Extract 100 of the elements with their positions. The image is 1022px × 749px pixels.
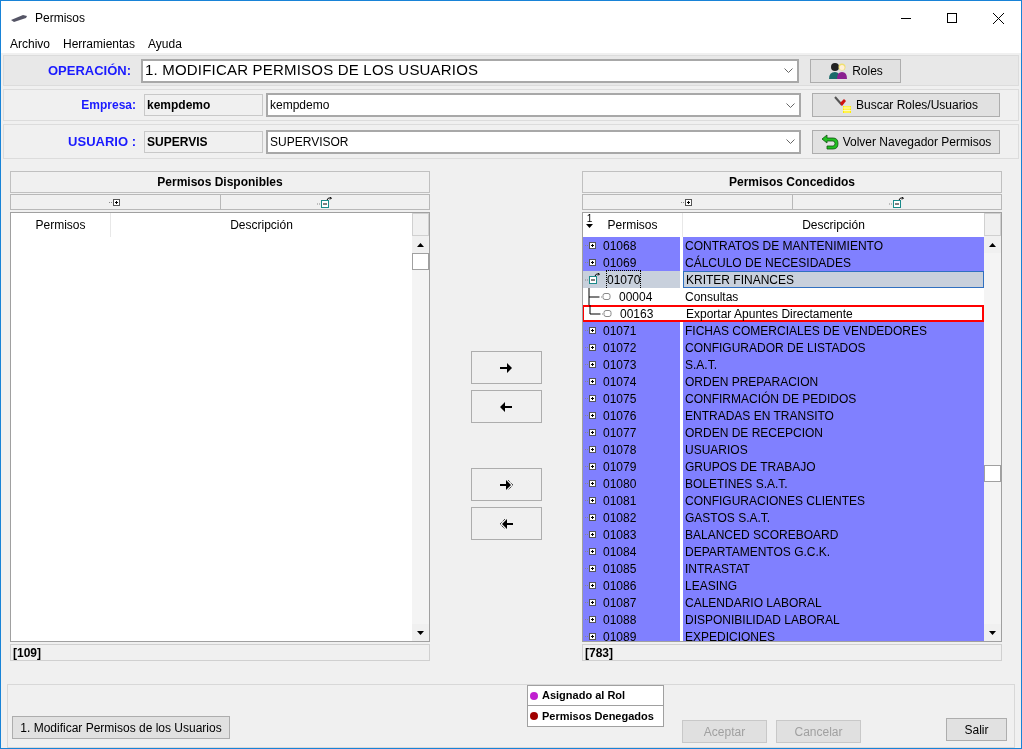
column-header[interactable]: Permisos	[11, 213, 111, 237]
scroll-thumb[interactable]	[412, 253, 429, 270]
table-cell[interactable]: 01084	[583, 543, 680, 560]
table-cell[interactable]: 01077	[583, 424, 680, 441]
expand-icon	[585, 428, 597, 437]
dropdown-field[interactable]: SUPERVISOR	[266, 129, 801, 154]
move-all-left-button[interactable]	[470, 507, 542, 540]
table-cell[interactable]: ORDEN DE RECEPCION	[683, 424, 984, 441]
expand-icon	[585, 241, 597, 250]
legend-label: Permisos Denegados	[542, 708, 654, 724]
move-all-right-button[interactable]	[470, 468, 542, 501]
table-cell[interactable]: 01068	[583, 237, 680, 254]
table-cell[interactable]: CONTRATOS DE MANTENIMIENTO	[683, 237, 984, 254]
permission-code: 01085	[603, 560, 637, 578]
move-left-button[interactable]	[470, 390, 542, 423]
expand-all-button[interactable]	[582, 194, 793, 210]
table-cell[interactable]: 01082	[583, 509, 680, 526]
table-cell[interactable]: 01073	[583, 356, 680, 373]
panel-title: Permisos Disponibles	[10, 171, 430, 193]
roles-button[interactable]: Roles	[810, 58, 901, 83]
permission-code: 01068	[603, 237, 637, 255]
expand-icon	[585, 411, 597, 420]
table-cell[interactable]: 01088	[583, 611, 680, 628]
scrollbar[interactable]	[412, 213, 429, 641]
table-cell[interactable]: LEASING	[683, 577, 984, 594]
exit-button[interactable]: Salir	[946, 718, 1007, 742]
column-header[interactable]: Descripción	[683, 213, 984, 237]
table-cell[interactable]: 01075	[583, 390, 680, 407]
permission-code: 01086	[603, 577, 637, 595]
table-cell[interactable]: INTRASTAT	[683, 560, 984, 577]
permission-code: 01077	[603, 424, 637, 442]
expand-all-button[interactable]	[10, 194, 221, 210]
scrollbar[interactable]	[984, 213, 1001, 641]
field-label: USUARIO :	[67, 132, 136, 151]
header-corner	[984, 213, 1001, 236]
collapse-icon	[585, 273, 601, 284]
table-cell[interactable]: 01072	[583, 339, 680, 356]
table-cell[interactable]: BOLETINES S.A.T.	[683, 475, 984, 492]
menu-item[interactable]: Ayuda	[148, 35, 182, 53]
table-cell[interactable]: 01069	[583, 254, 680, 271]
table-cell[interactable]: 01076	[583, 407, 680, 424]
dropdown-field[interactable]: kempdemo	[266, 93, 801, 117]
table-cell[interactable]: 01085	[583, 560, 680, 577]
menu-item[interactable]: Archivo	[10, 35, 50, 53]
search-button[interactable]: Buscar Roles/Usuarios	[812, 93, 1000, 117]
triangle-down-icon	[417, 630, 424, 635]
table-cell[interactable]: CONFIRMACIÓN DE PEDIDOS	[683, 390, 984, 407]
collapse-all-button[interactable]	[792, 194, 1002, 210]
back-button[interactable]: Volver Navegador Permisos	[812, 129, 1000, 154]
permission-code: 01072	[603, 339, 637, 357]
permission-code: 01073	[603, 356, 637, 374]
table-cell[interactable]: FICHAS COMERCIALES DE VENDEDORES	[683, 322, 984, 339]
expand-icon	[585, 445, 597, 454]
scroll-thumb[interactable]	[984, 465, 1001, 482]
table-cell[interactable]: CALENDARIO LABORAL	[683, 594, 984, 611]
table-cell[interactable]: 01089	[583, 628, 680, 641]
table-cell[interactable]: 01083	[583, 526, 680, 543]
table-cell[interactable]: ORDEN PREPARACION	[683, 373, 984, 390]
table-cell[interactable]: GRUPOS DE TRABAJO	[683, 458, 984, 475]
table-cell[interactable]: BALANCED SCOREBOARD	[683, 526, 984, 543]
triangle-down-icon	[989, 630, 996, 635]
expand-icon	[585, 479, 597, 488]
table-cell[interactable]: DISPONIBILIDAD LABORAL	[683, 611, 984, 628]
triangle-up-icon	[989, 242, 996, 247]
table-cell[interactable]: 01081	[583, 492, 680, 509]
sort-down-icon	[586, 224, 593, 228]
table-cell[interactable]: 01074	[583, 373, 680, 390]
collapse-all-button[interactable]	[220, 194, 430, 210]
people-icon	[828, 61, 849, 80]
menu-item[interactable]: Herramientas	[63, 35, 136, 53]
table-cell[interactable]: CONFIGURACIONES CLIENTES	[683, 492, 984, 509]
table-cell[interactable]: 01078	[583, 441, 680, 458]
table-cell[interactable]: 01086	[583, 577, 680, 594]
table-cell[interactable]: 01071	[583, 322, 680, 339]
column-header[interactable]: Descripción	[111, 213, 412, 237]
expand-icon	[585, 258, 597, 267]
table-cell[interactable]: DEPARTAMENTOS G.C.K.	[683, 543, 984, 560]
table-cell[interactable]: CÁLCULO DE NECESIDADES	[683, 254, 984, 271]
table-cell[interactable]: KRITER FINANCES	[683, 271, 984, 288]
table-cell[interactable]: S.A.T.	[683, 356, 984, 373]
table-cell[interactable]: ENTRADAS EN TRANSITO	[683, 407, 984, 424]
close-icon	[992, 12, 1004, 24]
table-cell[interactable]: 01087	[583, 594, 680, 611]
expand-icon	[585, 564, 597, 573]
table-cell[interactable]: 01070	[583, 271, 680, 288]
table-cell[interactable]: 01079	[583, 458, 680, 475]
move-right-button[interactable]	[470, 351, 542, 384]
dropdown-field[interactable]: 1. MODIFICAR PERMISOS DE LOS USUARIOS	[141, 58, 799, 83]
table-cell[interactable]: USUARIOS	[683, 441, 984, 458]
permission-code: 01088	[603, 611, 637, 629]
chevron-down-icon	[786, 139, 795, 144]
permission-code: 01079	[603, 458, 637, 476]
table-cell[interactable]: EXPEDICIONES	[683, 628, 984, 641]
table-cell[interactable]: GASTOS S.A.T.	[683, 509, 984, 526]
permission-code: 01083	[603, 526, 637, 544]
table-cell[interactable]: 01080	[583, 475, 680, 492]
modify-button[interactable]: 1. Modificar Permisos de los Usuarios	[12, 716, 230, 740]
maximize-icon	[947, 13, 957, 23]
table-cell[interactable]: CONFIGURADOR DE LISTADOS	[683, 339, 984, 356]
return-arrow-icon	[820, 133, 839, 150]
